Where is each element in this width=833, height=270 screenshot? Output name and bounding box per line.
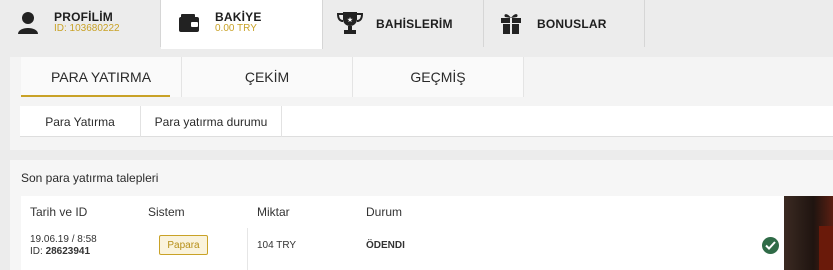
row-status: ÖDENDI (366, 240, 405, 251)
header-system: Sistem (148, 205, 185, 219)
section-title: Son para yatırma talepleri (21, 171, 159, 185)
balance-amount: 0.00 TRY (215, 23, 257, 34)
tab-history[interactable]: GEÇMİŞ (353, 57, 524, 97)
subnav-deposit-label: Para Yatırma (45, 114, 115, 129)
tab-history-label: GEÇMİŞ (410, 69, 466, 85)
row-id-value: 28623941 (45, 246, 91, 257)
deposit-subnav: Para Yatırma Para yatırma durumu (20, 106, 833, 137)
column-divider (247, 228, 248, 270)
tab-deposit-label: PARA YATIRMA (50, 69, 152, 85)
deposits-table: Tarih ve ID Sistem Miktar Durum 19.06.19… (21, 196, 784, 270)
header-amount: Miktar (257, 205, 290, 219)
wallet-icon (178, 11, 202, 35)
tab-bonuses[interactable]: BONUSLAR (484, 0, 645, 47)
banner-highlight (819, 226, 833, 270)
tab-balance[interactable]: BAKİYE 0.00 TRY (161, 0, 323, 49)
row-date: 19.06.19 / 8:58 (30, 234, 97, 245)
subnav-deposit-status[interactable]: Para yatırma durumu (141, 106, 282, 137)
header-status: Durum (366, 205, 403, 219)
tab-deposit[interactable]: PARA YATIRMA (21, 57, 182, 97)
row-id-label: ID: (30, 246, 43, 257)
tab-my-bets-label: BAHİSLERİM (376, 17, 453, 31)
account-tabs: PROFİLİM ID: 103680222 BAKİYE 0.00 TRY ★… (0, 0, 833, 49)
row-amount: 104 TRY (257, 240, 297, 251)
active-tab-underline (21, 95, 170, 97)
deposit-panel: PARA YATIRMA ÇEKİM GEÇMİŞ Para Yatırma P… (10, 57, 833, 150)
svg-text:★: ★ (347, 16, 353, 24)
user-icon (17, 11, 41, 35)
side-banner-image (784, 196, 833, 270)
sub-tabs: PARA YATIRMA ÇEKİM GEÇMİŞ (10, 57, 833, 97)
gift-icon (500, 11, 524, 35)
system-badge: Papara (159, 235, 208, 255)
subnav-deposit-status-label: Para yatırma durumu (154, 114, 268, 129)
check-circle-icon (762, 237, 779, 254)
tab-my-bets[interactable]: ★ BAHİSLERİM (323, 0, 484, 47)
tab-profile[interactable]: PROFİLİM ID: 103680222 (0, 0, 161, 47)
row-id: ID: 28623941 (30, 246, 90, 257)
header-date-id: Tarih ve ID (30, 205, 88, 219)
tab-withdraw[interactable]: ÇEKİM (182, 57, 353, 97)
recent-deposits-section: Son para yatırma talepleri Tarih ve ID S… (10, 160, 833, 270)
tab-balance-label: BAKİYE (215, 10, 262, 24)
tab-bonuses-label: BONUSLAR (537, 17, 607, 31)
profile-id: ID: 103680222 (54, 23, 120, 34)
trophy-icon: ★ (336, 11, 364, 35)
subnav-deposit[interactable]: Para Yatırma (20, 106, 141, 137)
tab-withdraw-label: ÇEKİM (244, 69, 290, 85)
tab-profile-label: PROFİLİM (54, 10, 113, 24)
